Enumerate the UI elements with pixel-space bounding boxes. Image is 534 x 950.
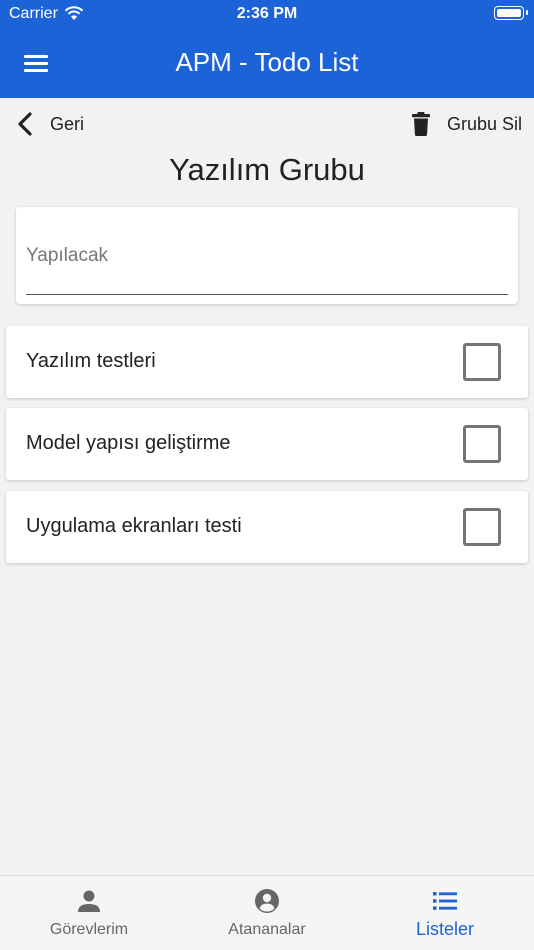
account-circle-icon [255, 889, 279, 913]
delete-group-button[interactable]: Grubu Sil [411, 110, 522, 138]
back-label: Geri [50, 113, 85, 134]
tab-label: Görevlerim [49, 921, 129, 938]
bottom-tab-bar: Görevlerim Atananalar Listeler [0, 875, 534, 950]
todo-checkbox[interactable] [463, 508, 501, 546]
todo-checkbox[interactable] [463, 343, 501, 381]
app-title: APM - Todo List [175, 47, 359, 77]
battery-icon [494, 6, 528, 20]
new-todo-card [16, 207, 518, 304]
app-bar: APM - Todo List [0, 30, 534, 98]
todo-checkbox[interactable] [463, 425, 501, 463]
person-icon [78, 890, 100, 912]
sub-navigation: Geri Grubu Sil [0, 98, 534, 150]
trash-icon [411, 112, 430, 136]
todo-label: Uygulama ekranları testi [26, 515, 242, 537]
todo-item[interactable]: Yazılım testleri [6, 326, 528, 398]
tab-gorevlerim[interactable]: Görevlerim [0, 876, 178, 950]
back-button[interactable]: Geri [14, 110, 84, 138]
tab-label: Listeler [415, 919, 475, 939]
tab-atananalar[interactable]: Atananalar [178, 876, 356, 950]
tab-listeler[interactable]: Listeler [356, 876, 534, 950]
status-bar: Carrier 2:36 PM [0, 0, 534, 30]
page-title: Yazılım Grubu [169, 152, 365, 187]
todo-item[interactable]: Uygulama ekranları testi [6, 491, 528, 563]
input-underline [26, 294, 508, 295]
chevron-left-icon [18, 112, 32, 136]
tab-label: Atananalar [228, 921, 306, 938]
todo-label: Model yapısı geliştirme [26, 432, 231, 454]
delete-group-label: Grubu Sil [446, 113, 522, 134]
todo-label: Yazılım testleri [26, 350, 156, 372]
new-todo-input[interactable] [26, 237, 508, 275]
status-time: 2:36 PM [236, 5, 298, 22]
list-icon [433, 892, 457, 910]
todo-item[interactable]: Model yapısı geliştirme [6, 408, 528, 480]
